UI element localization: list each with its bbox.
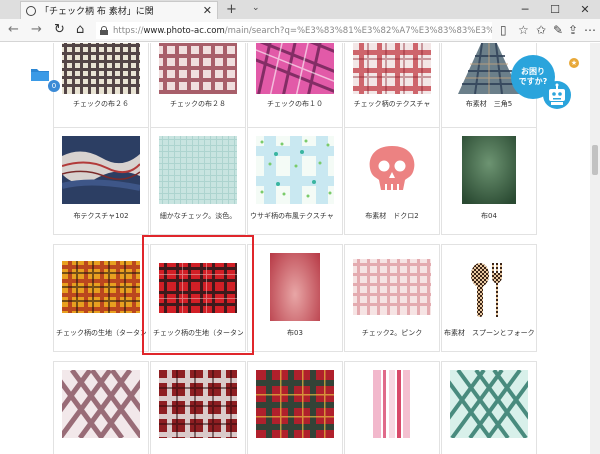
folder-icon[interactable] bbox=[31, 67, 49, 81]
image-thumbnail bbox=[159, 43, 237, 94]
help-text-line1: お困り bbox=[521, 67, 545, 76]
page-scrollbar[interactable] bbox=[590, 43, 600, 454]
back-icon[interactable]: ← bbox=[8, 23, 19, 37]
image-thumbnail bbox=[256, 43, 334, 94]
image-thumbnail bbox=[270, 253, 320, 321]
image-caption: 布テクスチャ102 bbox=[73, 212, 129, 220]
image-card[interactable] bbox=[344, 361, 440, 454]
lock-icon bbox=[100, 26, 108, 35]
help-widget[interactable]: お困り ですか? bbox=[505, 55, 575, 112]
tab-title: 「チェック柄 布 素材」に関 bbox=[40, 7, 154, 17]
image-card[interactable] bbox=[150, 361, 246, 454]
image-card[interactable]: 布03 bbox=[247, 244, 343, 352]
image-card[interactable]: 布素材 スプーンとフォーク1 bbox=[441, 244, 537, 352]
image-thumbnail bbox=[256, 370, 334, 438]
forward-icon[interactable]: → bbox=[31, 23, 42, 37]
image-card[interactable]: 布04 bbox=[441, 127, 537, 235]
image-thumbnail bbox=[62, 136, 140, 204]
image-thumbnail bbox=[353, 43, 431, 94]
image-card[interactable]: チェック2。ピンク bbox=[344, 244, 440, 352]
more-icon[interactable]: ⋯ bbox=[584, 23, 596, 37]
share-icon[interactable]: ⇪ bbox=[568, 23, 578, 37]
image-thumbnail bbox=[353, 259, 431, 315]
home-icon[interactable]: ⌂ bbox=[76, 23, 84, 37]
window-close-icon[interactable]: ✕ bbox=[570, 0, 600, 19]
image-caption: チェック柄のテクスチャ bbox=[353, 100, 431, 108]
image-caption: チェックの布１０ bbox=[267, 100, 323, 108]
pen-icon[interactable]: ✎ bbox=[553, 23, 563, 37]
url-text: https://www.photo-ac.com/main/search?q=%… bbox=[113, 25, 492, 36]
image-caption: ウサギ柄の布風テクスチャ 緑 bbox=[250, 212, 340, 220]
image-thumbnail bbox=[159, 370, 237, 438]
image-caption: 布04 bbox=[481, 212, 497, 220]
image-caption: 布素材 スプーンとフォーク1 bbox=[444, 329, 534, 337]
tab-list-icon[interactable]: ⌄ bbox=[252, 3, 260, 13]
image-caption: 布素材 ドクロ2 bbox=[365, 212, 419, 220]
reading-view-icon[interactable]: ▯ bbox=[500, 23, 507, 37]
address-toolbar: ← → ↻ ⌂ https://www.photo-ac.com/main/se… bbox=[0, 19, 600, 42]
image-thumbnail bbox=[62, 43, 140, 94]
image-thumbnail bbox=[256, 136, 334, 204]
image-caption: 細かなチェック。淡色。 bbox=[159, 212, 237, 220]
image-thumbnail bbox=[450, 370, 528, 438]
image-thumbnail bbox=[62, 370, 140, 438]
window-controls: ─ ☐ ✕ bbox=[510, 0, 600, 19]
scrollbar-thumb[interactable] bbox=[592, 145, 598, 175]
image-card[interactable] bbox=[247, 361, 343, 454]
image-card[interactable]: 布テクスチャ102 bbox=[53, 127, 149, 235]
favorite-star-icon[interactable]: ☆ bbox=[518, 23, 529, 37]
image-card[interactable]: チェック柄の生地（タータンチェ… bbox=[53, 244, 149, 352]
browser-tab-bar: 「チェック柄 布 素材」に関 ✕ + ⌄ ─ ☐ ✕ bbox=[0, 0, 600, 19]
minimize-icon[interactable]: ─ bbox=[510, 0, 540, 19]
image-thumbnail bbox=[159, 136, 237, 204]
site-favicon-icon bbox=[26, 5, 36, 16]
image-card[interactable]: 細かなチェック。淡色。 bbox=[150, 127, 246, 235]
download-count-badge: 0 bbox=[48, 80, 60, 92]
image-card[interactable]: 布素材 ドクロ2 bbox=[344, 127, 440, 235]
image-card[interactable] bbox=[441, 361, 537, 454]
image-card[interactable]: ウサギ柄の布風テクスチャ 緑 bbox=[247, 127, 343, 235]
robot-icon bbox=[543, 81, 571, 109]
image-caption: チェック柄の生地（タータンチェ… bbox=[56, 329, 146, 337]
image-thumbnail bbox=[353, 136, 431, 204]
tab-close-icon[interactable]: ✕ bbox=[203, 4, 212, 17]
maximize-icon[interactable]: ☐ bbox=[540, 0, 570, 19]
image-thumbnail bbox=[353, 370, 431, 438]
star-badge-icon: ★ bbox=[569, 58, 579, 68]
browser-tab[interactable]: 「チェック柄 布 素材」に関 ✕ bbox=[20, 1, 218, 19]
image-caption: チェックの布２８ bbox=[170, 100, 226, 108]
image-card[interactable] bbox=[53, 361, 149, 454]
selection-highlight bbox=[142, 235, 254, 355]
reload-icon[interactable]: ↻ bbox=[54, 23, 65, 37]
image-caption: チェック2。ピンク bbox=[361, 329, 423, 337]
image-thumbnail bbox=[462, 136, 516, 204]
image-caption: 布03 bbox=[287, 329, 303, 337]
image-caption: チェックの布２６ bbox=[73, 100, 129, 108]
new-tab-icon[interactable]: + bbox=[226, 2, 237, 17]
address-bar[interactable]: https://www.photo-ac.com/main/search?q=%… bbox=[96, 22, 492, 39]
image-thumbnail bbox=[471, 263, 502, 317]
favorites-bar-icon[interactable]: ✩ bbox=[536, 23, 546, 37]
image-thumbnail bbox=[62, 261, 140, 313]
